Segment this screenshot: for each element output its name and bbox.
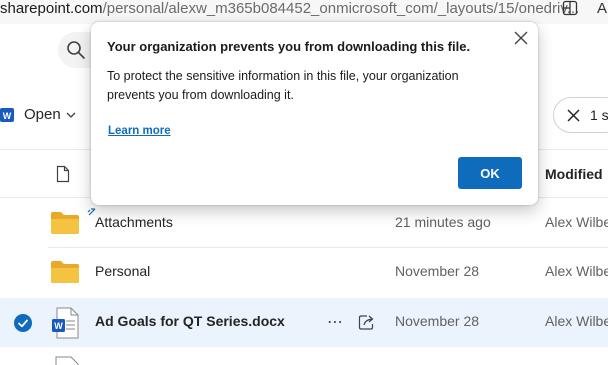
dialog-message: To protect the sensitive information in … — [107, 69, 459, 102]
file-type-column-icon[interactable] — [56, 165, 70, 183]
folder-icon — [51, 212, 79, 234]
word-document-icon: W — [52, 307, 79, 339]
file-icon — [55, 356, 79, 365]
close-icon[interactable] — [514, 31, 528, 45]
browser-address-bar[interactable]: sharepoint.com/personal/alexw_m365b08445… — [0, 0, 608, 24]
column-modified[interactable]: Modified — [545, 166, 603, 182]
checkmark-circle-icon[interactable] — [14, 314, 32, 332]
item-modified: 21 minutes ago — [395, 214, 491, 230]
share-icon[interactable] — [358, 314, 375, 331]
open-button[interactable]: Open — [24, 106, 61, 123]
item-modified-by: Alex Wilbe — [545, 214, 608, 230]
chevron-down-icon[interactable] — [66, 111, 76, 119]
learn-more-link[interactable]: Learn more — [108, 125, 171, 137]
item-name[interactable]: Personal — [95, 263, 150, 279]
search-icon — [67, 41, 85, 59]
item-name[interactable]: Attachments — [95, 214, 173, 230]
download-blocked-dialog: Your organization prevents you from down… — [91, 22, 538, 205]
url-domain: sharepoint.com — [0, 0, 103, 17]
item-modified: November 28 — [395, 263, 480, 279]
ok-button[interactable]: OK — [458, 157, 522, 189]
selection-count-label: 1 se — [590, 107, 608, 123]
word-icon: W — [0, 108, 14, 122]
dialog-title: Your organization prevents you from down… — [107, 39, 471, 54]
folder-icon — [51, 261, 79, 283]
list-item[interactable]: Personal November 28 Alex Wilbe — [0, 248, 608, 297]
list-item-selected[interactable]: W Ad Goals for QT Series.docx ⋯ November… — [0, 298, 608, 347]
svg-text:W: W — [3, 111, 12, 121]
selection-count-pill[interactable]: 1 se — [553, 97, 608, 133]
url-path: /personal/alexw_m365b084452_onmicrosoft_… — [102, 0, 580, 17]
item-modified: November 28 — [395, 313, 480, 329]
clear-selection-icon[interactable] — [567, 109, 580, 122]
read-aloud-icon[interactable]: A — [597, 0, 607, 17]
more-actions-icon[interactable]: ⋯ — [327, 312, 344, 332]
item-name[interactable]: Ad Goals for QT Series.docx — [95, 313, 285, 329]
split-screen-icon[interactable] — [562, 0, 578, 16]
list-item[interactable]: Attachments 21 minutes ago Alex Wilbe — [0, 199, 608, 248]
svg-text:W: W — [54, 321, 63, 331]
item-modified-by: Alex Wilbe — [545, 313, 608, 329]
url-text[interactable]: sharepoint.com/personal/alexw_m365b08445… — [0, 0, 579, 17]
item-modified-by: Alex Wilbe — [545, 263, 608, 279]
